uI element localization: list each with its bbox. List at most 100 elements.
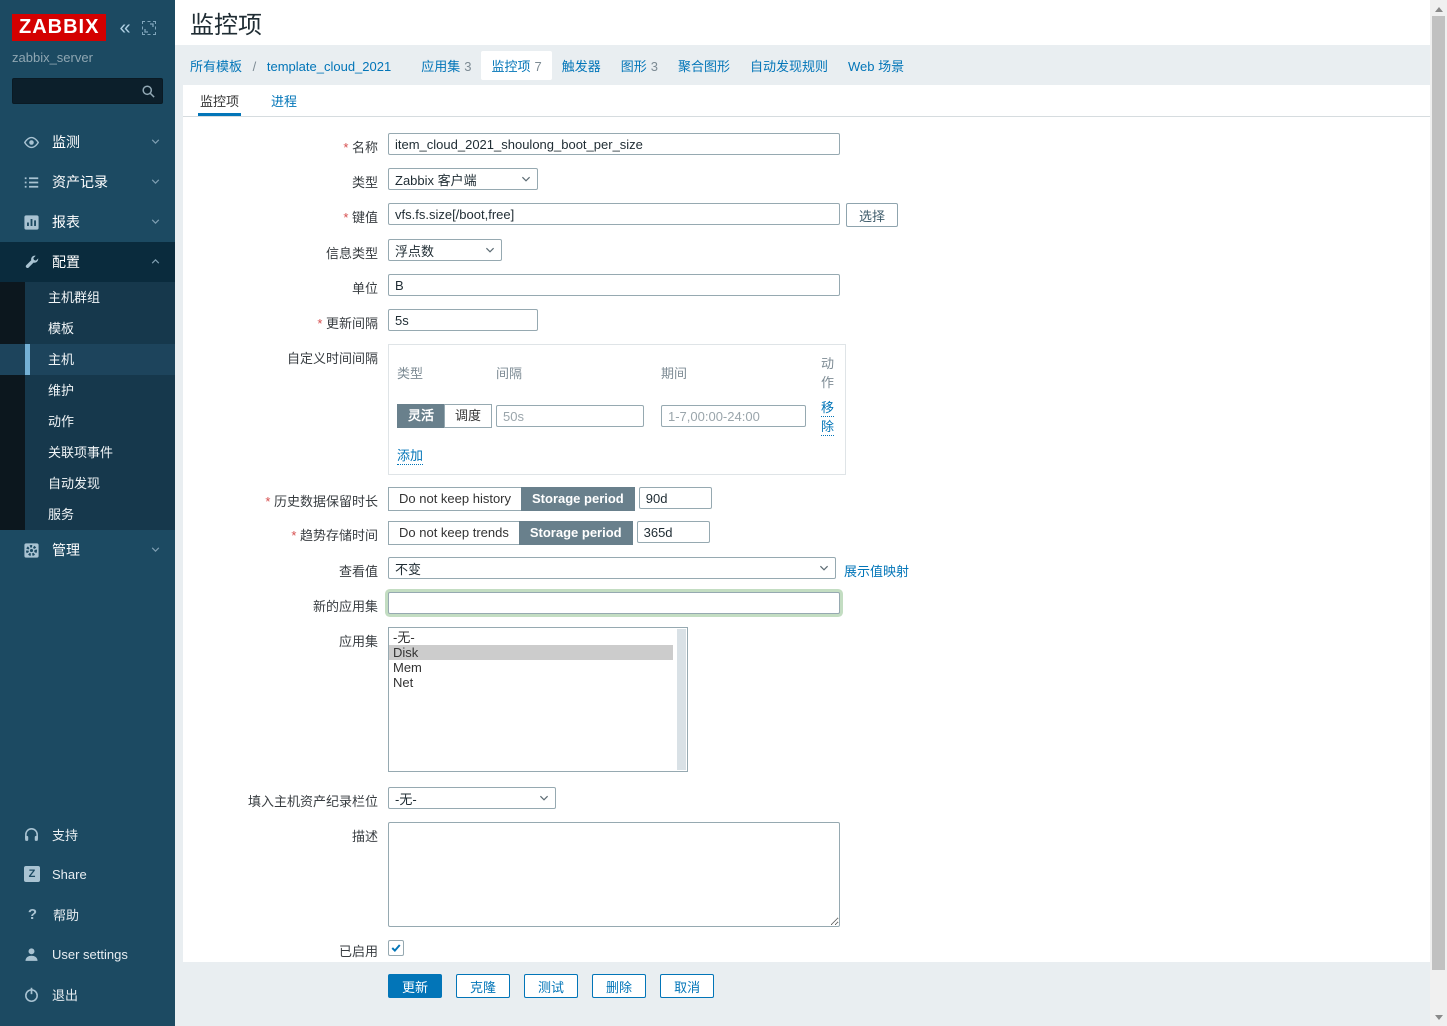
history-off-button[interactable]: Do not keep history	[388, 487, 522, 511]
flexible-toggle-button[interactable]: 灵活	[397, 404, 445, 428]
breadcrumb-all-templates[interactable]: 所有模板	[190, 59, 242, 74]
history-toggle: Do not keep history Storage period	[388, 487, 635, 511]
delete-button[interactable]: 删除	[592, 974, 646, 998]
breadcrumb-separator: /	[253, 59, 257, 74]
scrollbar-down-arrow[interactable]	[1430, 1010, 1447, 1024]
sidebar-item-monitoring[interactable]: 监测	[0, 122, 175, 162]
key-select-button[interactable]: 选择	[846, 203, 898, 227]
application-option-selected[interactable]: Disk	[389, 645, 673, 660]
menu-label: 监测	[52, 132, 80, 152]
menu-label: 配置	[52, 252, 80, 272]
tab-screens[interactable]: 聚合图形	[668, 51, 740, 80]
sidebar-item-reports[interactable]: 报表	[0, 202, 175, 242]
tab-web-scenarios[interactable]: Web 场景	[838, 51, 914, 80]
trends-off-button[interactable]: Do not keep trends	[388, 521, 520, 545]
name-label: 名称	[183, 133, 378, 156]
type-select[interactable]: Zabbix 客户端	[388, 168, 538, 190]
search-input[interactable]	[13, 79, 134, 103]
server-name: zabbix_server	[0, 41, 175, 65]
custom-intervals-label: 自定义时间间隔	[183, 344, 378, 367]
sidebar-item-services[interactable]: 服务	[0, 499, 175, 530]
sidebar-footer: 支持 Z Share ? 帮助 User settings 退出	[0, 814, 175, 1014]
applications-listbox[interactable]: -无- Disk Mem Net	[388, 627, 688, 772]
sidebar-item-discovery[interactable]: 自动发现	[0, 468, 175, 499]
tab-triggers[interactable]: 触发器	[552, 51, 611, 80]
new-application-input[interactable]	[388, 592, 840, 614]
key-input[interactable]	[388, 203, 840, 225]
trends-toggle: Do not keep trends Storage period	[388, 521, 633, 545]
sidebar-item-templates[interactable]: 模板	[0, 313, 175, 344]
menu-label: 报表	[52, 212, 80, 232]
tab-graphs[interactable]: 图形3	[611, 51, 668, 80]
info-type-select[interactable]: 浮点数	[388, 239, 502, 261]
trends-period-input[interactable]	[637, 521, 710, 543]
name-input[interactable]	[388, 133, 840, 155]
new-application-label: 新的应用集	[183, 592, 378, 615]
show-value-label: 查看值	[183, 557, 378, 580]
cancel-button[interactable]: 取消	[660, 974, 714, 998]
tab-items[interactable]: 监控项7	[481, 51, 551, 80]
sidebar-item-logout[interactable]: 退出	[0, 974, 175, 1014]
history-label: 历史数据保留时长	[183, 487, 378, 510]
custom-interval-row: 灵活 调度 移除	[397, 397, 837, 435]
listbox-scrollbar[interactable]	[677, 629, 686, 770]
row-name: 名称	[183, 133, 1430, 156]
update-interval-input[interactable]	[388, 309, 538, 331]
sidebar-menu: 监测 资产记录 报表 配置 主机群组 模板 主机 维护 动作 关联项事件 自动发…	[0, 122, 175, 570]
update-button[interactable]: 更新	[388, 974, 442, 998]
subtab-item[interactable]: 监控项	[198, 85, 241, 116]
sidebar-collapse-icon[interactable]: «	[119, 18, 130, 38]
application-option[interactable]: -无-	[389, 630, 673, 645]
test-button[interactable]: 测试	[524, 974, 578, 998]
interval-delay-input[interactable]	[496, 405, 644, 427]
sidebar-item-maintenance[interactable]: 维护	[0, 375, 175, 406]
description-textarea[interactable]	[388, 822, 840, 927]
remove-interval-link[interactable]: 移除	[821, 400, 834, 436]
sidebar-item-actions[interactable]: 动作	[0, 406, 175, 437]
main-area: 监控项 所有模板 / template_cloud_2021 应用集3 监控项7…	[175, 0, 1430, 1026]
menu-label: 资产记录	[52, 172, 108, 192]
populates-inventory-select[interactable]: -无-	[388, 787, 556, 809]
breadcrumb-template-name[interactable]: template_cloud_2021	[267, 59, 391, 74]
scheduling-toggle-button[interactable]: 调度	[444, 404, 492, 428]
footer-label: 退出	[52, 985, 78, 1004]
sidebar-item-inventory[interactable]: 资产记录	[0, 162, 175, 202]
tab-discovery-rules[interactable]: 自动发现规则	[740, 51, 838, 80]
subtab-preprocessing[interactable]: 进程	[269, 85, 299, 116]
footer-label: 支持	[52, 825, 78, 844]
trends-storage-button[interactable]: Storage period	[519, 521, 633, 545]
sidebar-item-help[interactable]: ? 帮助	[0, 894, 175, 934]
sidebar-item-hosts[interactable]: 主机	[0, 344, 175, 375]
footer-label: User settings	[52, 947, 128, 962]
application-option[interactable]: Mem	[389, 660, 673, 675]
show-value-mappings-link[interactable]: 展示值映射	[844, 557, 909, 580]
scrollbar-thumb[interactable]	[1432, 16, 1445, 970]
units-input[interactable]	[388, 274, 840, 296]
add-interval-link[interactable]: 添加	[397, 448, 423, 465]
sidebar-item-administration[interactable]: 管理	[0, 530, 175, 570]
application-option[interactable]: Net	[389, 675, 673, 690]
row-applications: 应用集 -无- Disk Mem Net	[183, 627, 1430, 772]
tab-applications[interactable]: 应用集3	[411, 51, 481, 80]
history-storage-button[interactable]: Storage period	[521, 487, 635, 511]
show-value-select[interactable]: 不变	[388, 557, 836, 579]
sidebar-item-user-settings[interactable]: User settings	[0, 934, 175, 974]
clone-button[interactable]: 克隆	[456, 974, 510, 998]
interval-period-input[interactable]	[661, 405, 806, 427]
scrollbar-up-arrow[interactable]	[1430, 2, 1447, 16]
sidebar-expand-icon[interactable]	[142, 21, 156, 35]
sidebar-item-host-groups[interactable]: 主机群组	[0, 282, 175, 313]
row-show-value: 查看值 不变 展示值映射	[183, 557, 1430, 580]
sidebar-item-configuration[interactable]: 配置	[0, 242, 175, 282]
enabled-checkbox[interactable]	[388, 940, 404, 956]
history-period-input[interactable]	[639, 487, 712, 509]
wrench-icon	[23, 254, 40, 271]
sidebar-item-share[interactable]: Z Share	[0, 854, 175, 894]
page-scrollbar[interactable]	[1430, 0, 1447, 1026]
sidebar-item-event-correlation[interactable]: 关联项事件	[0, 437, 175, 468]
sidebar-item-support[interactable]: 支持	[0, 814, 175, 854]
custom-intervals-table: 类型 间隔 期间 动作 灵活 调度 移除	[388, 344, 846, 475]
description-label: 描述	[183, 822, 378, 845]
interval-type-toggle: 灵活 调度	[397, 404, 496, 428]
configuration-submenu: 主机群组 模板 主机 维护 动作 关联项事件 自动发现 服务	[0, 282, 175, 530]
